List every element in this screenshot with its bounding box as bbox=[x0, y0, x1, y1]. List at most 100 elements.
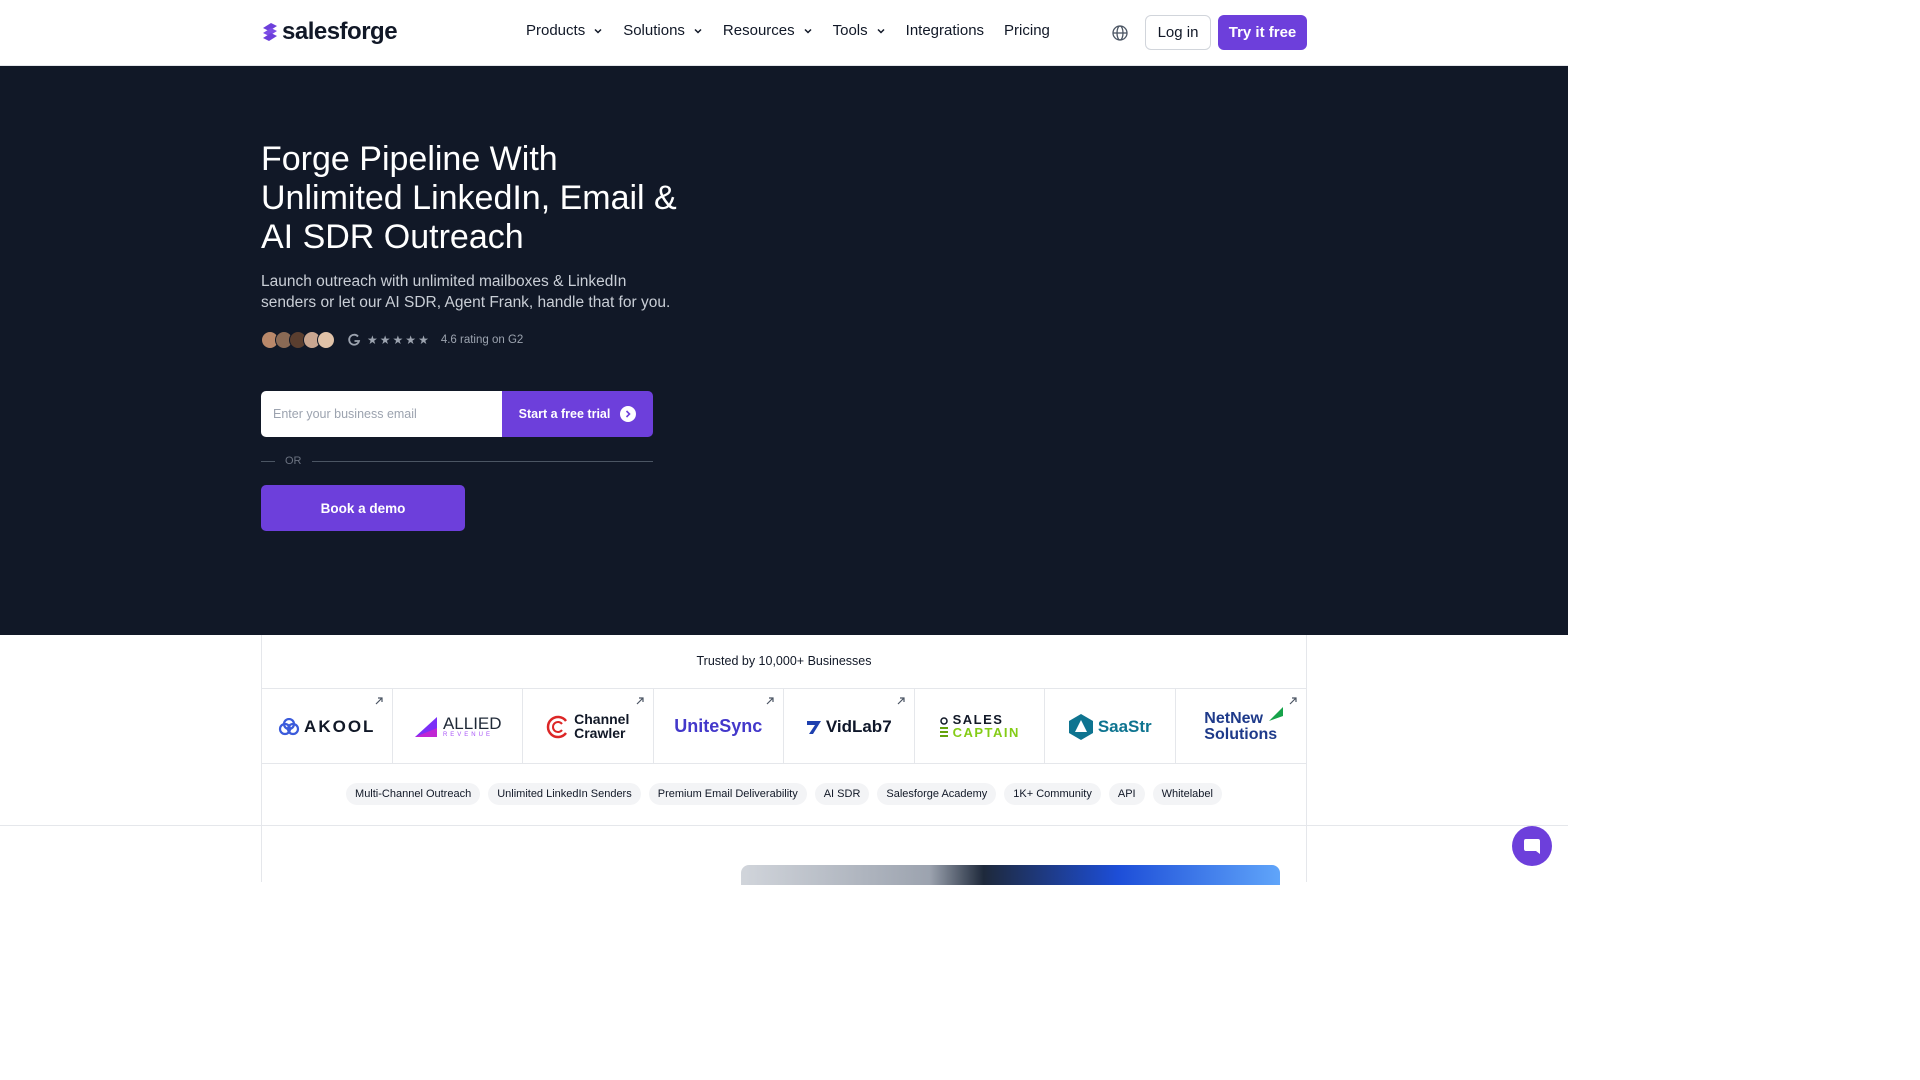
nav-item-pricing[interactable]: Pricing bbox=[1004, 22, 1050, 39]
vidlab7-mark-icon bbox=[806, 720, 821, 734]
vidlab7-brand: VidLab7 bbox=[806, 717, 892, 737]
allied-sub: REVENUE bbox=[442, 732, 493, 738]
nav-item-resources[interactable]: Resources bbox=[723, 22, 813, 39]
sales-captain-mark-icon bbox=[939, 716, 948, 737]
nav-item-integrations[interactable]: Integrations bbox=[906, 22, 984, 39]
chevron-down-icon bbox=[694, 28, 702, 34]
akool-mark-icon bbox=[278, 717, 300, 735]
tag-api[interactable]: API bbox=[1108, 783, 1145, 805]
netnew-line1: NetNew bbox=[1204, 710, 1263, 728]
divider-line bbox=[311, 460, 653, 462]
netnew-line2: Solutions bbox=[1204, 725, 1278, 743]
product-preview-image bbox=[741, 865, 1280, 885]
unitesync-name: UniteSync bbox=[674, 716, 763, 736]
hero-section: Forge Pipeline With Unlimited LinkedIn, … bbox=[0, 66, 1568, 635]
chat-widget-button[interactable] bbox=[1512, 826, 1552, 866]
sales-captain-line2: CAPTAIN bbox=[952, 724, 1020, 740]
g2-rating: ★ ★ ★ ★ ★ 4.6 rating on G2 bbox=[261, 331, 523, 349]
sales-captain-brand: SALES CAPTAIN bbox=[939, 713, 1020, 740]
start-free-trial-button[interactable]: Start a free trial bbox=[502, 391, 653, 437]
avatar bbox=[317, 331, 335, 349]
allied-name: ALLIED bbox=[442, 714, 502, 733]
tag-whitelabel[interactable]: Whitelabel bbox=[1152, 783, 1222, 805]
allied-mark-icon bbox=[414, 716, 437, 737]
salesforge-mark-icon bbox=[263, 23, 277, 41]
tag-premium-email-deliverability[interactable]: Premium Email Deliverability bbox=[648, 783, 807, 805]
or-label: OR bbox=[285, 455, 302, 467]
logo-netnew-solutions[interactable]: NetNew Solutions bbox=[1176, 689, 1307, 764]
tag-unlimited-linkedin-senders[interactable]: Unlimited LinkedIn Senders bbox=[488, 783, 641, 805]
arrow-right-icon bbox=[620, 406, 637, 422]
logo-text: salesforge bbox=[282, 18, 398, 45]
business-email-input[interactable] bbox=[261, 391, 502, 437]
rating-text: 4.6 rating on G2 bbox=[440, 334, 524, 346]
rating-stars: ★ ★ ★ ★ ★ bbox=[367, 334, 429, 346]
nav-links: Products Solutions Resources Tools Integ… bbox=[526, 22, 1070, 39]
nav-item-label: Resources bbox=[722, 22, 795, 39]
star-icon: ★ bbox=[367, 333, 378, 347]
akool-brand: AKOOL bbox=[278, 717, 375, 737]
or-divider: OR bbox=[261, 454, 653, 468]
salesforge-logo[interactable]: salesforge bbox=[261, 18, 398, 46]
logo-unitesync[interactable]: UniteSync bbox=[654, 689, 784, 764]
g2-logo-icon bbox=[348, 333, 361, 346]
nav-item-label: Integrations bbox=[905, 22, 985, 39]
channel-crawler-brand: Channel Crawler bbox=[546, 712, 629, 741]
top-navigation: salesforge Products Solutions Resources … bbox=[0, 0, 1568, 66]
logo-saastr[interactable]: SaaStr bbox=[1045, 689, 1176, 764]
hero-title: Forge Pipeline With Unlimited LinkedIn, … bbox=[261, 140, 677, 256]
feature-tags: Multi-Channel Outreach Unlimited LinkedI… bbox=[262, 783, 1306, 805]
logo-vidlab7[interactable]: VidLab7 bbox=[784, 689, 915, 764]
external-link-icon bbox=[375, 697, 383, 705]
channel-crawler-mark-icon bbox=[546, 715, 568, 738]
external-link-icon bbox=[766, 697, 774, 705]
tag-salesforge-academy[interactable]: Salesforge Academy bbox=[877, 783, 997, 805]
nav-item-tools[interactable]: Tools bbox=[833, 22, 886, 39]
nav-item-products[interactable]: Products bbox=[526, 22, 603, 39]
tag-community[interactable]: 1K+ Community bbox=[1004, 783, 1101, 805]
trusted-section: Trusted by 10,000+ Businesses AKOOL ALLI… bbox=[261, 635, 1307, 825]
vidlab7-name: VidLab7 bbox=[825, 716, 892, 736]
chevron-down-icon bbox=[594, 28, 602, 34]
section-border bbox=[261, 826, 262, 882]
tag-multi-channel-outreach[interactable]: Multi-Channel Outreach bbox=[346, 783, 481, 805]
saastr-mark-icon bbox=[1068, 713, 1093, 740]
tag-ai-sdr[interactable]: AI SDR bbox=[814, 783, 870, 805]
login-button[interactable]: Log in bbox=[1145, 15, 1211, 50]
divider-line bbox=[261, 460, 275, 462]
logo-allied-revenue[interactable]: ALLIED REVENUE bbox=[393, 689, 523, 764]
half-star-icon: ★ bbox=[418, 333, 429, 347]
star-icon: ★ bbox=[392, 333, 404, 347]
try-free-button[interactable]: Try it free bbox=[1218, 15, 1307, 50]
netnew-arrow-icon bbox=[1269, 707, 1284, 722]
nav-item-solutions[interactable]: Solutions bbox=[623, 22, 703, 39]
saastr-name: SaaStr bbox=[1097, 716, 1152, 736]
netnew-brand: NetNew Solutions bbox=[1204, 707, 1284, 743]
logo-akool[interactable]: AKOOL bbox=[262, 689, 393, 764]
nav-item-label: Tools bbox=[832, 22, 868, 39]
logo-channel-crawler[interactable]: Channel Crawler bbox=[523, 689, 654, 764]
external-link-icon bbox=[897, 697, 905, 705]
section-border bbox=[1306, 826, 1307, 882]
section-divider bbox=[0, 825, 1568, 826]
external-link-icon bbox=[636, 697, 644, 705]
channel-crawler-line2: Crawler bbox=[574, 724, 626, 741]
chat-icon bbox=[1524, 839, 1540, 854]
reviewer-avatars bbox=[261, 331, 335, 349]
akool-name: AKOOL bbox=[304, 716, 376, 736]
saastr-brand: SaaStr bbox=[1068, 713, 1152, 741]
nav-item-label: Pricing bbox=[1004, 22, 1050, 39]
customer-logos: AKOOL ALLIED REVENUE Channel Crawler Uni… bbox=[262, 688, 1306, 764]
nav-item-label: Solutions bbox=[623, 22, 685, 39]
logo-sales-captain[interactable]: SALES CAPTAIN bbox=[915, 689, 1045, 764]
trusted-title: Trusted by 10,000+ Businesses bbox=[696, 654, 872, 668]
star-icon: ★ bbox=[379, 333, 391, 347]
allied-brand: ALLIED REVENUE bbox=[413, 715, 502, 738]
chevron-down-icon bbox=[877, 28, 885, 34]
external-link-icon bbox=[1289, 697, 1297, 705]
star-icon: ★ bbox=[405, 333, 417, 347]
hero-subtitle: Launch outreach with unlimited mailboxes… bbox=[261, 273, 671, 311]
book-demo-button[interactable]: Book a demo bbox=[261, 485, 465, 531]
chevron-down-icon bbox=[804, 28, 812, 34]
globe-icon[interactable] bbox=[1111, 24, 1129, 42]
